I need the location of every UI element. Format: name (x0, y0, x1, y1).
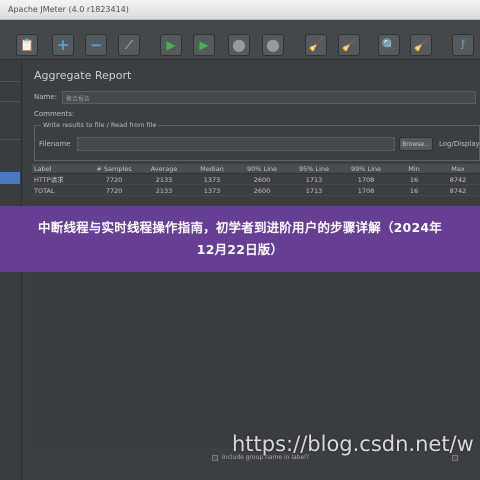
table-cell: 2133 (155, 176, 173, 184)
table-cell: 8742 (449, 176, 467, 184)
filename-input[interactable] (77, 137, 395, 151)
page-title: Aggregate Report (34, 69, 132, 82)
log-display-label: Log/Display Only: (439, 140, 480, 148)
clipboard-icon[interactable]: 📋 (16, 34, 38, 56)
column-header-min[interactable]: Min (392, 164, 436, 174)
watermark-text: https://blog.csdn.net/w (232, 432, 474, 456)
table-cell: 16 (409, 187, 419, 195)
table-cell: 2133 (155, 187, 173, 195)
column-header-max[interactable]: Max (436, 164, 480, 174)
column-header-99-line[interactable]: 99% Line (340, 164, 392, 174)
column-header-90-line[interactable]: 90% Line (236, 164, 288, 174)
include-group-checkbox[interactable] (212, 455, 218, 461)
name-field[interactable]: 聚合报告 (62, 91, 476, 104)
table-cell: TOTAL (34, 187, 55, 195)
table-cell: 2600 (253, 176, 271, 184)
table-row[interactable]: TOTAL 7720 2133 1373 2600 1713 1708 16 8… (32, 186, 480, 196)
table-cell: 1713 (305, 187, 323, 195)
toggle-icon[interactable]: ⟋ (118, 34, 140, 56)
table-cell: 2600 (253, 187, 271, 195)
name-label: Name: (34, 93, 58, 101)
tree-divider (0, 139, 20, 140)
file-fieldset: Write results to file / Read from file F… (34, 121, 480, 161)
table-cell: 1373 (203, 187, 221, 195)
tree-divider (0, 101, 20, 102)
column-header-samples[interactable]: # Samples (88, 164, 140, 174)
fieldset-legend: Write results to file / Read from file (41, 121, 159, 129)
remove-icon[interactable]: − (85, 34, 107, 56)
article-banner: 中断线程与实时线程操作指南，初学者到进阶用户的步骤详解（2024年12月22日版… (0, 206, 480, 272)
start-no-pauses-icon[interactable]: ▶ (193, 34, 215, 56)
table-cell: 1713 (305, 176, 323, 184)
filename-label: Filename (39, 140, 71, 148)
table-header: Label # Samples Average Median 90% Line … (32, 164, 480, 174)
table-row[interactable]: HTTP请求 7720 2133 1373 2600 1713 1708 16 … (32, 175, 480, 185)
table-cell: 1708 (357, 187, 375, 195)
column-header-label[interactable]: Label (32, 164, 88, 174)
stop-icon[interactable]: ● (228, 34, 250, 56)
column-header-average[interactable]: Average (140, 164, 188, 174)
table-cell: 7720 (105, 187, 123, 195)
browse-button[interactable]: Browse... (399, 137, 433, 151)
table-cell: HTTP请求 (34, 176, 64, 184)
reset-search-icon[interactable]: 🧹 (410, 34, 432, 56)
column-header-median[interactable]: Median (188, 164, 236, 174)
clear-all-icon[interactable]: 🧹 (338, 34, 360, 56)
add-icon[interactable]: + (52, 34, 74, 56)
tree-item-selected[interactable] (0, 172, 20, 184)
table-cell: 8742 (449, 187, 467, 195)
banner-title: 中断线程与实时线程操作指南，初学者到进阶用户的步骤详解（2024年12月22日版… (38, 220, 442, 257)
table-cell: 16 (409, 176, 419, 184)
column-header-95-line[interactable]: 95% Line (288, 164, 340, 174)
table-cell: 1373 (203, 176, 221, 184)
shutdown-icon[interactable]: ● (262, 34, 284, 56)
clear-icon[interactable]: 🧹 (305, 34, 327, 56)
comments-label: Comments: (34, 110, 75, 118)
tree-divider (0, 81, 20, 82)
search-icon[interactable]: 🔍 (378, 34, 400, 56)
function-helper-icon[interactable]: ƒ (452, 34, 474, 56)
start-icon[interactable]: ▶ (160, 34, 182, 56)
window-title: Apache JMeter (4.0 r1823414) (0, 0, 480, 20)
table-cell: 7720 (105, 176, 123, 184)
table-cell: 1708 (357, 176, 375, 184)
